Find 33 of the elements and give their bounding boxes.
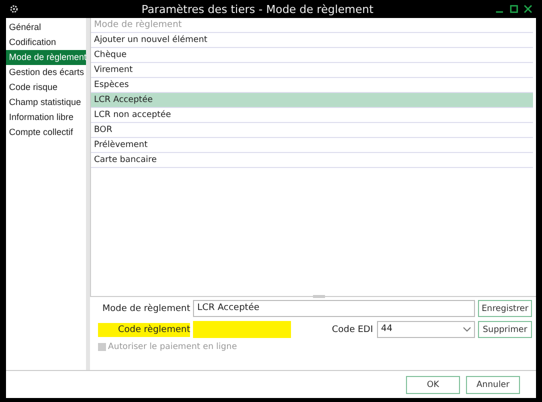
list-row[interactable]: Chèque xyxy=(91,48,533,63)
field-label: Code règlement xyxy=(98,322,190,336)
list-row[interactable]: Ajouter un nouvel élément xyxy=(91,33,533,48)
splitter-handle[interactable] xyxy=(313,295,325,298)
sidebar-item[interactable]: Information libre xyxy=(6,110,86,125)
column-header: Mode de règlement xyxy=(91,18,533,33)
list-row[interactable]: Virement xyxy=(91,63,533,78)
list-row[interactable]: Carte bancaire xyxy=(91,153,533,168)
input-field[interactable]: LCR Acceptée xyxy=(193,300,475,317)
field-label: Mode de règlement xyxy=(101,304,190,314)
window-title: Paramètres des tiers - Mode de règlement xyxy=(140,2,374,16)
sidebar-item[interactable]: Général xyxy=(6,20,86,35)
chevron-down-icon xyxy=(463,327,471,332)
sidebar-item[interactable]: Code risque xyxy=(6,80,86,95)
sidebar-item[interactable]: Codification xyxy=(6,35,86,50)
ok-button[interactable]: OK xyxy=(406,376,460,394)
input-field[interactable] xyxy=(193,321,292,338)
list-row[interactable]: LCR non acceptée xyxy=(91,108,533,123)
list-row[interactable]: BOR xyxy=(91,123,533,138)
maximize-icon[interactable] xyxy=(510,5,518,13)
sidebar-item[interactable]: Gestion des écarts xyxy=(6,65,86,80)
close-icon[interactable] xyxy=(524,5,532,13)
save-button[interactable]: Enregistrer xyxy=(478,300,532,317)
checkbox-label: Autoriser le paiement en ligne xyxy=(108,342,237,352)
sidebar-item[interactable]: Compte collectif xyxy=(6,125,86,140)
list-row[interactable]: LCR Acceptée xyxy=(91,93,533,108)
sidebar-item[interactable]: Champ statistique xyxy=(6,95,86,110)
gear-icon[interactable] xyxy=(9,4,19,14)
cancel-button[interactable]: Annuler xyxy=(466,376,520,394)
delete-button[interactable]: Supprimer xyxy=(478,321,532,338)
field-label: Code EDI xyxy=(332,324,373,334)
dropdown[interactable]: 44 xyxy=(377,321,475,338)
list-row[interactable]: Prélèvement xyxy=(91,138,533,153)
